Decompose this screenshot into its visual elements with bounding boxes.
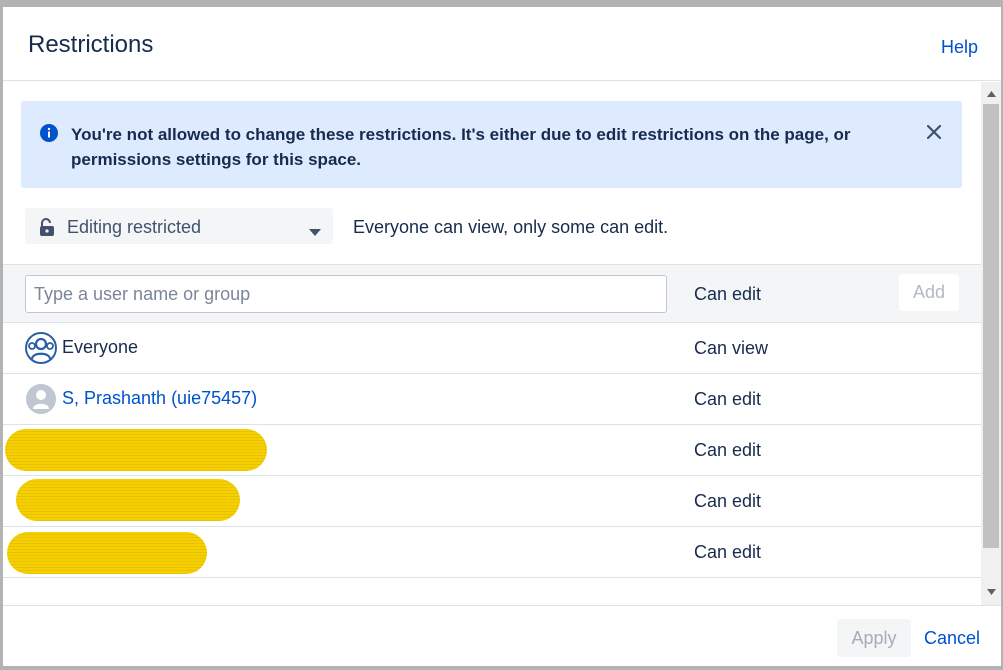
entry-permission: Can edit [694, 389, 762, 409]
user-icon [25, 383, 57, 415]
list-item-everyone: Everyone Can view [3, 323, 981, 374]
dialog-content: You're not allowed to change these restr… [3, 82, 981, 605]
restriction-description: Everyone can view, only some can edit. [353, 217, 669, 237]
dialog-footer: Apply Cancel [3, 605, 1001, 666]
add-permission-select[interactable]: Can edit [694, 284, 761, 305]
entry-permission: Can view [694, 338, 769, 358]
scroll-down-arrow-icon[interactable] [981, 584, 1001, 600]
entry-permission: Can edit [694, 542, 762, 562]
banner-message: You're not allowed to change these restr… [71, 125, 851, 169]
entry-permission: Can edit [694, 440, 762, 460]
dialog-title: Restrictions [28, 31, 154, 58]
entry-name: Everyone [62, 337, 139, 357]
restriction-mode-value: Editing restricted [67, 217, 202, 237]
redaction-mark [16, 479, 240, 521]
user-search-input[interactable] [25, 275, 667, 313]
list-item-user: S, Prashanth (uie75457) Can edit [3, 374, 981, 425]
redaction-mark [5, 429, 267, 471]
scroll-up-arrow-icon[interactable] [981, 86, 1001, 102]
restrictions-dialog: Restrictions Help You're not allowed to … [3, 7, 1001, 666]
apply-button[interactable]: Apply [837, 619, 911, 657]
group-icon [25, 332, 57, 364]
unlock-icon [39, 218, 55, 241]
cancel-button[interactable]: Cancel [924, 628, 980, 649]
list-item-redacted: Can edit [3, 476, 981, 527]
help-link[interactable]: Help [941, 37, 978, 58]
list-item-redacted: Can edit [3, 425, 981, 476]
close-icon[interactable] [921, 119, 947, 145]
entry-name-link[interactable]: S, Prashanth (uie75457) [62, 388, 257, 409]
chevron-down-icon [309, 223, 321, 241]
scrollbar[interactable] [981, 82, 1001, 605]
dialog-header: Restrictions Help [3, 7, 1001, 81]
list-item-redacted: Can edit [3, 527, 981, 578]
info-icon [40, 124, 58, 142]
entry-permission: Can edit [694, 491, 762, 511]
info-banner: You're not allowed to change these restr… [21, 101, 962, 188]
redaction-mark [7, 532, 207, 574]
add-user-row: Can edit Add [3, 264, 981, 323]
scrollbar-thumb[interactable] [983, 104, 999, 548]
restriction-mode-dropdown[interactable]: Editing restricted [25, 208, 333, 244]
add-button[interactable]: Add [899, 274, 959, 311]
